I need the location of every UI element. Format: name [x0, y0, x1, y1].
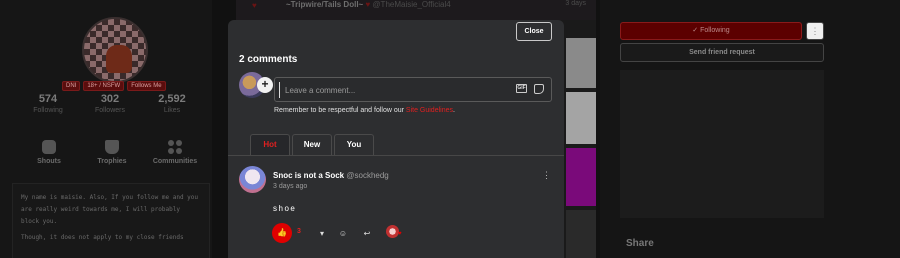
- comment-sort-tabs: Hot New You: [250, 134, 376, 155]
- comment-author[interactable]: Snoc is not a Sock @sockhedg: [273, 171, 389, 180]
- comments-modal: Close 2 comments + GIF Remember to be re…: [228, 20, 564, 258]
- gif-icon[interactable]: GIF: [516, 84, 527, 93]
- post-header[interactable]: ♥ ~Tripwire/Tails Doll~ ♥ @TheMaisie_Off…: [236, 0, 596, 20]
- stat-value: 2,592: [158, 93, 186, 105]
- sticker-icon[interactable]: [534, 84, 544, 94]
- tab-hot[interactable]: Hot: [250, 134, 290, 155]
- stat-following[interactable]: 574 Following: [20, 93, 76, 114]
- stat-value: 574: [38, 93, 58, 105]
- comment-handle: @sockhedg: [346, 171, 389, 180]
- react-icon[interactable]: ☺: [338, 229, 348, 238]
- rules-text: Remember to be respectful and follow our: [274, 107, 406, 114]
- side-panel: [620, 70, 824, 218]
- reply-icon[interactable]: ↩: [362, 229, 372, 238]
- profile-tag: 18+ / NSFW: [83, 81, 125, 91]
- profile-tags: DNI 18+ / NSFW Follows Me: [62, 81, 166, 91]
- profile-tag: Follows Me: [127, 81, 166, 91]
- tab-you[interactable]: You: [334, 134, 374, 155]
- heart-icon: ♥: [398, 231, 402, 237]
- comment-body: shoe: [273, 204, 297, 213]
- stat-label: Likes: [163, 107, 181, 114]
- stat-label: Followers: [95, 107, 125, 114]
- post-time: 3 days: [565, 0, 586, 7]
- stat-likes[interactable]: 2,592 Likes: [144, 93, 200, 114]
- send-friend-request-button[interactable]: Send friend request: [620, 43, 824, 62]
- post-thumbnail[interactable]: [566, 38, 596, 88]
- profile-stats: 574 Following 302 Followers 2,592 Likes: [20, 93, 200, 114]
- site-guidelines-link[interactable]: Site Guidelines: [406, 107, 453, 114]
- like-icon[interactable]: 👍: [272, 223, 292, 243]
- heart-icon: ♥: [252, 1, 257, 10]
- comment-author-avatar[interactable]: [239, 166, 266, 193]
- comment-time: 3 days ago: [273, 183, 308, 190]
- post-thumbnail[interactable]: [566, 92, 596, 144]
- rules-suffix: .: [453, 107, 455, 114]
- profile-tag: DNI: [62, 81, 81, 91]
- stat-followers[interactable]: 302 Followers: [82, 93, 138, 114]
- speech-bubble-icon: [42, 140, 56, 154]
- shouts-label: Shouts: [37, 158, 61, 165]
- post-title: ~Tripwire/Tails Doll~ ♥ @TheMaisie_Offic…: [286, 0, 451, 9]
- more-options-button[interactable]: ⋮: [806, 22, 824, 40]
- communities-label: Communities: [152, 158, 198, 165]
- comment-input[interactable]: [279, 82, 499, 98]
- stat-label: Following: [33, 107, 63, 114]
- profile-sidebar: DNI 18+ / NSFW Follows Me 574 Following …: [0, 0, 212, 258]
- like-count: 3: [297, 228, 301, 235]
- trophy-icon: [105, 140, 119, 154]
- tab-new[interactable]: New: [292, 134, 332, 155]
- bio-paragraph: My name is maisie. Also, If you follow m…: [21, 194, 199, 225]
- community-rules-notice: Remember to be respectful and follow our…: [274, 107, 455, 114]
- trophies-link[interactable]: Trophies: [85, 140, 139, 165]
- comment-input-box: GIF: [274, 77, 552, 102]
- profile-sections: Shouts Trophies Communities: [22, 140, 202, 165]
- profile-bio: My name is maisie. Also, If you follow m…: [12, 183, 210, 258]
- shouts-link[interactable]: Shouts: [22, 140, 76, 165]
- communities-link[interactable]: Communities: [148, 140, 202, 165]
- comments-count-title: 2 comments: [239, 54, 298, 65]
- comment-options-icon[interactable]: ⋮: [542, 170, 551, 181]
- following-button[interactable]: ✓ Following: [620, 22, 802, 40]
- communities-icon: [168, 140, 182, 154]
- trophies-label: Trophies: [97, 158, 127, 165]
- profile-avatar[interactable]: [82, 17, 148, 83]
- close-button[interactable]: Close: [516, 22, 552, 41]
- profile-actions-panel: ✓ Following ⋮ Send friend request Share: [600, 0, 900, 258]
- bio-paragraph: Though, it does not apply to my close fr…: [21, 234, 184, 241]
- post-thumbnail[interactable]: [566, 148, 596, 206]
- share-heading: Share: [626, 238, 654, 249]
- tabs-divider: [228, 155, 564, 156]
- dislike-icon[interactable]: ▾: [317, 229, 327, 238]
- comment-actions: 👍 3 ▾ ☺ ↩ ♥: [272, 221, 532, 243]
- stat-value: 302: [100, 93, 120, 105]
- post-thumbnail[interactable]: [566, 210, 596, 258]
- post-handle: @TheMaisie_Official4: [372, 0, 451, 9]
- add-attachment-button[interactable]: +: [257, 77, 273, 93]
